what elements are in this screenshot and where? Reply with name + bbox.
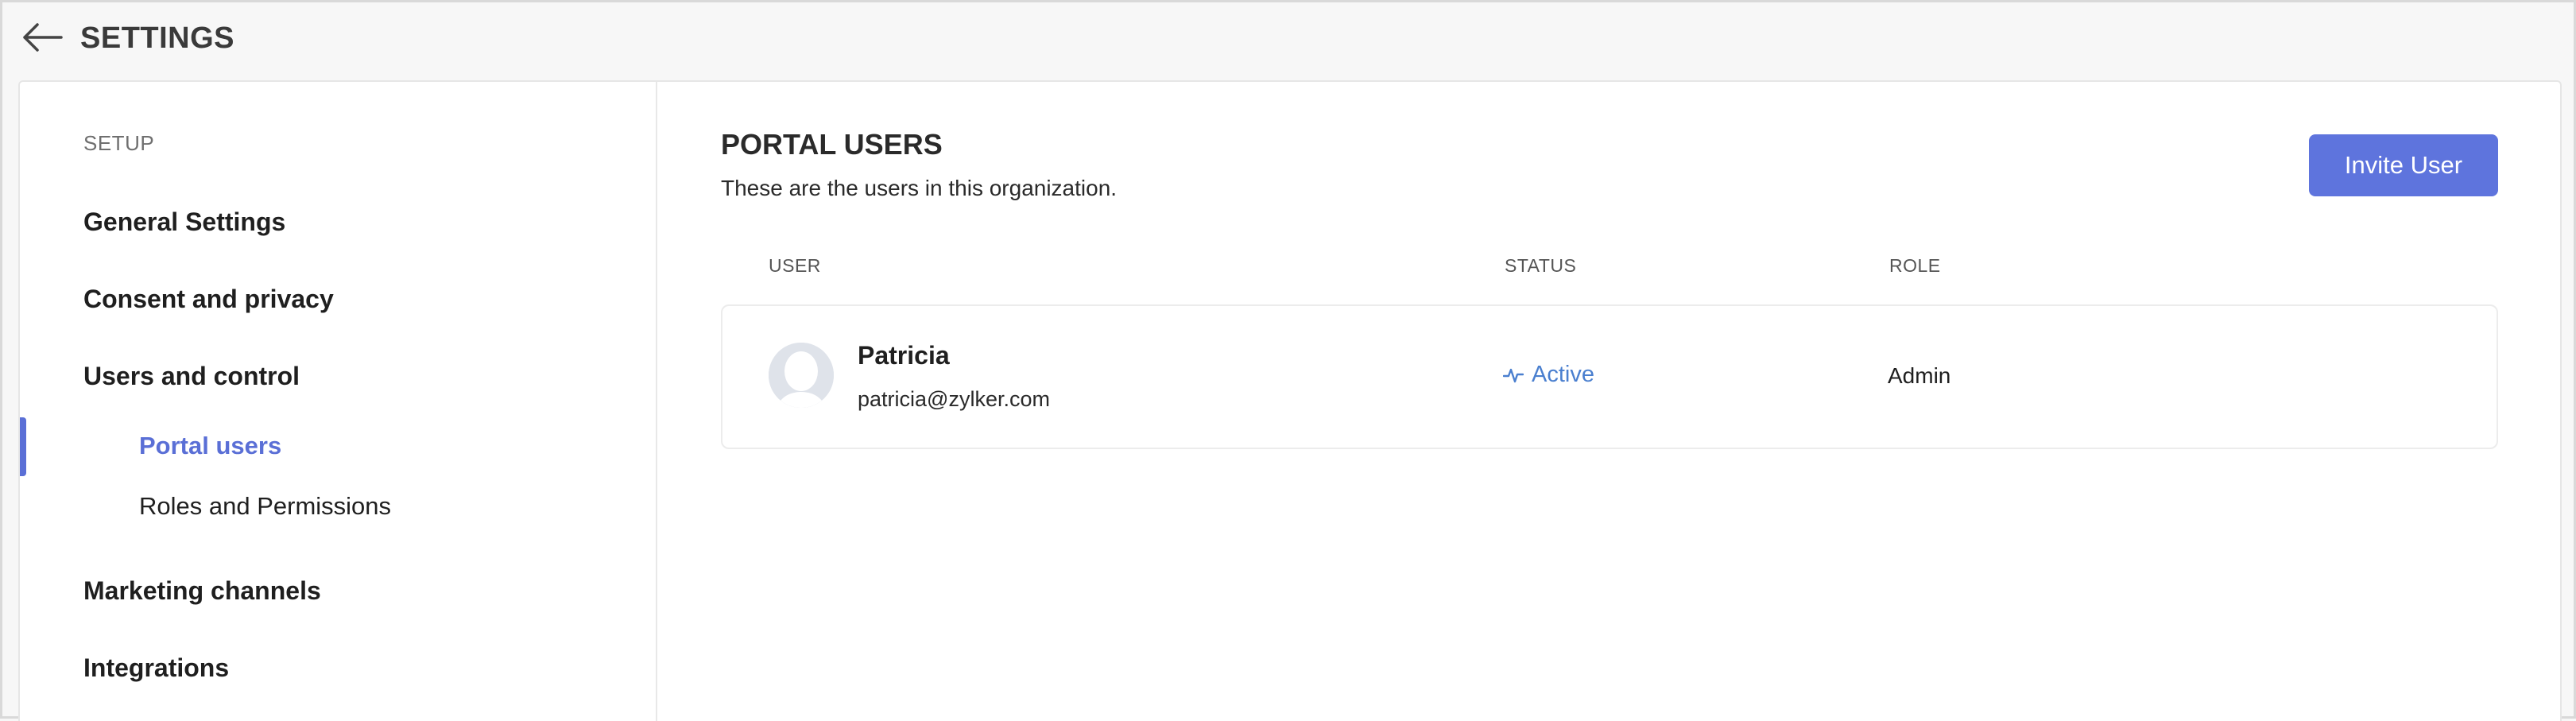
section-subtitle: These are the users in this organization… bbox=[721, 176, 1118, 200]
activity-icon bbox=[1503, 368, 1524, 382]
top-bar: SETTINGS bbox=[2, 2, 2574, 79]
main-content: PORTAL USERS These are the users in this… bbox=[659, 82, 2560, 721]
invite-user-button[interactable]: Invite User bbox=[2309, 134, 2498, 196]
section-title: PORTAL USERS bbox=[721, 128, 943, 161]
sidebar-subitem-roles-and-permissions[interactable]: Roles and Permissions bbox=[139, 492, 391, 521]
page-title: SETTINGS bbox=[80, 21, 235, 55]
column-header-status: STATUS bbox=[1505, 255, 1577, 276]
sidebar-item-integrations[interactable]: Integrations bbox=[83, 653, 229, 683]
sidebar-item-consent-and-privacy[interactable]: Consent and privacy bbox=[83, 285, 334, 314]
sidebar-subitem-portal-users[interactable]: Portal users bbox=[139, 432, 281, 460]
back-button[interactable] bbox=[20, 20, 64, 55]
table-row[interactable]: Patricia patricia@zylker.com Active Admi… bbox=[721, 304, 2498, 449]
sidebar: SETUP General Settings Consent and priva… bbox=[20, 82, 657, 721]
app-window: SETTINGS SETUP General Settings Consent … bbox=[0, 0, 2576, 721]
user-email: patricia@zylker.com bbox=[858, 387, 1050, 411]
arrow-left-icon bbox=[23, 23, 63, 52]
sidebar-item-users-and-control[interactable]: Users and control bbox=[83, 362, 300, 391]
settings-panel: SETUP General Settings Consent and priva… bbox=[18, 80, 2562, 721]
status-badge: Active bbox=[1503, 362, 1594, 388]
user-role: Admin bbox=[1888, 363, 1951, 388]
sidebar-item-general-settings[interactable]: General Settings bbox=[83, 207, 285, 237]
sidebar-item-marketing-channels[interactable]: Marketing channels bbox=[83, 576, 321, 606]
user-avatar-icon bbox=[769, 343, 834, 408]
active-indicator bbox=[20, 417, 26, 476]
status-text: Active bbox=[1532, 362, 1594, 387]
column-header-role: ROLE bbox=[1889, 255, 1941, 276]
sidebar-section-setup: SETUP bbox=[83, 131, 155, 155]
column-header-user: USER bbox=[769, 255, 821, 276]
avatar bbox=[769, 343, 834, 408]
user-name: Patricia bbox=[858, 341, 950, 370]
